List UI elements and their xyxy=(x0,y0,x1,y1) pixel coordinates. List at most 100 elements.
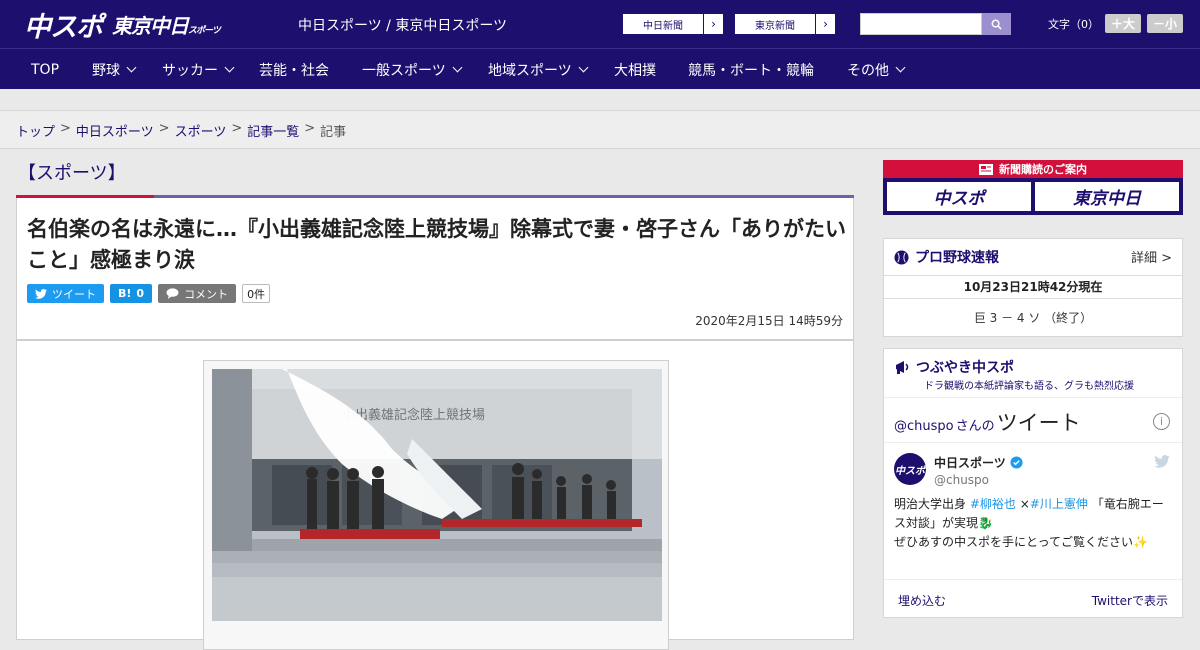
hashtag-link[interactable]: #川上憲伸 xyxy=(1030,497,1088,511)
promo-header: 新聞購読のご案内 xyxy=(883,160,1183,178)
baseball-icon xyxy=(894,249,909,265)
breadcrumb-top[interactable]: トップ xyxy=(16,121,55,140)
nav-item-top[interactable]: TOP xyxy=(31,49,59,90)
subscription-promo[interactable]: 新聞購読のご案内 中スポ 東京中日 xyxy=(883,160,1183,215)
font-size-increase-button[interactable]: ＋大 xyxy=(1105,14,1142,33)
megaphone-icon xyxy=(896,361,909,374)
breadcrumb-separator: > xyxy=(158,121,170,136)
tweet-text: 明治大学出身 #柳裕也 ×#川上憲伸 「竜右腕エース対談」が実現🐉 ぜひあすの中… xyxy=(894,495,1174,552)
tokyo-shimbun-button[interactable]: 東京新聞 › xyxy=(734,13,836,35)
article-photo[interactable]: 小出義雄記念陸上競技場 xyxy=(212,369,662,621)
avatar[interactable]: 中スポ xyxy=(894,453,926,485)
newspaper-icon xyxy=(979,163,993,175)
breadcrumb-sports[interactable]: スポーツ xyxy=(175,121,227,140)
search-input[interactable] xyxy=(860,13,982,35)
comment-button[interactable]: コメント xyxy=(158,284,237,303)
hatena-bookmark-button[interactable]: B! 0 xyxy=(110,284,153,303)
nav-label: サッカー xyxy=(162,62,218,79)
nav-label: 地域スポーツ xyxy=(488,62,572,79)
nav-item-racing[interactable]: 競馬・ボート・競輪 xyxy=(688,49,814,90)
breadcrumb-separator: > xyxy=(231,121,243,136)
tweet-text-part: 明治大学出身 xyxy=(894,497,967,511)
main-nav: TOP 野球 サッカー 芸能・社会 一般スポーツ 地域スポーツ 大相撲 競馬・ボ… xyxy=(0,48,1200,89)
sub-nav-band xyxy=(0,89,1200,111)
nav-label: 競馬・ボート・競輪 xyxy=(688,62,814,79)
twitter-bird-icon xyxy=(35,288,47,299)
chuspo-logo[interactable]: 中スポ xyxy=(24,5,103,44)
chevron-down-icon xyxy=(224,62,235,73)
baseball-score[interactable]: 巨 3 － 4 ソ （終了） xyxy=(884,309,1182,326)
promo-logos: 中スポ 東京中日 xyxy=(887,182,1179,211)
article-body: 小出義雄記念陸上競技場 xyxy=(16,340,854,650)
comment-label: コメント xyxy=(184,287,229,301)
nav-item-sumo[interactable]: 大相撲 xyxy=(614,49,656,90)
tweet-button[interactable]: ツイート xyxy=(27,284,104,303)
section-label: 【スポーツ】 xyxy=(18,163,126,184)
breadcrumb-chunichi-sports[interactable]: 中日スポーツ xyxy=(76,121,154,140)
tokyo-shimbun-label: 東京新聞 xyxy=(755,20,795,32)
promo-chuspo-logo[interactable]: 中スポ xyxy=(887,182,1031,211)
share-bar: ツイート B! 0 コメント 0件 xyxy=(27,284,271,303)
tweets-by-handle[interactable]: @chuspo xyxy=(894,419,954,434)
font-size-control: 文字（0） ＋大 －小 xyxy=(1048,14,1184,33)
nav-item-soccer[interactable]: サッカー xyxy=(162,49,235,90)
twitter-widget-subtitle: ドラ観戦の本紙評論家も語る、グラも熱烈応援 xyxy=(924,381,1134,392)
promo-title: 新聞購読のご案内 xyxy=(999,163,1087,176)
breadcrumb-separator: > xyxy=(304,121,316,136)
tweet-account-name[interactable]: 中日スポーツ xyxy=(934,454,1023,471)
tokyo-logo-main: 東京中日 xyxy=(112,13,189,38)
tweets-by-heading: @chuspo さんの ツイート xyxy=(894,407,1081,437)
nav-label: 野球 xyxy=(92,62,120,79)
promo-tokyo-chunichi-logo[interactable]: 東京中日 xyxy=(1035,182,1179,211)
twitter-widget-footer: 埋め込む Twitterで表示 xyxy=(884,579,1182,619)
info-icon[interactable]: i xyxy=(1153,413,1170,430)
search-button[interactable] xyxy=(982,13,1011,35)
nav-label: 一般スポーツ xyxy=(362,62,446,79)
chevron-down-icon xyxy=(578,62,589,73)
hashtag-link[interactable]: #柳裕也 xyxy=(970,497,1016,511)
ceremony-photo-illustration: 小出義雄記念陸上競技場 xyxy=(212,369,662,621)
article-photo-frame: 小出義雄記念陸上競技場 xyxy=(203,360,669,650)
hatena-count: 0 xyxy=(136,287,145,300)
verified-badge-icon xyxy=(1010,456,1023,469)
breadcrumb: トップ > 中日スポーツ > スポーツ > 記事一覧 > 記事 xyxy=(16,121,346,140)
tweets-by-label: ツイート xyxy=(996,411,1081,435)
baseball-detail-link[interactable]: 詳細 > xyxy=(1131,247,1172,266)
baseball-widget-header: プロ野球速報 xyxy=(894,247,999,267)
nav-label: その他 xyxy=(847,62,889,79)
article-header: 名伯楽の名は永遠に…『小出義雄記念陸上競技場』除幕式で妻・啓子さん「ありがたいこ… xyxy=(16,198,854,340)
embed-link[interactable]: 埋め込む xyxy=(898,592,946,609)
chevron-down-icon xyxy=(126,62,137,73)
twitter-bird-icon[interactable] xyxy=(1154,453,1170,472)
breadcrumb-article-list[interactable]: 記事一覧 xyxy=(247,121,299,140)
site-names[interactable]: 中日スポーツ / 東京中日スポーツ xyxy=(298,15,507,35)
nav-item-general-sports[interactable]: 一般スポーツ xyxy=(362,49,463,90)
article-date: 2020年2月15日 14時59分 xyxy=(695,314,843,328)
twitter-widget-header: つぶやき中スポ xyxy=(894,357,1014,377)
tokyo-chunichi-logo[interactable]: 東京中日スポーツ xyxy=(112,10,221,39)
chunichi-shimbun-button[interactable]: 中日新聞 › xyxy=(622,13,724,35)
hatena-icon: B! xyxy=(118,287,132,300)
font-size-decrease-button[interactable]: －小 xyxy=(1147,14,1184,33)
divider xyxy=(884,397,1182,398)
divider xyxy=(884,442,1182,443)
tweet-text-part: × xyxy=(1019,497,1030,511)
tweet-account-handle[interactable]: @chuspo xyxy=(934,473,989,487)
site-logo[interactable]: 中スポ 東京中日スポーツ xyxy=(24,8,221,43)
nav-item-entertainment[interactable]: 芸能・社会 xyxy=(259,49,329,90)
breadcrumb-separator: > xyxy=(60,121,71,136)
view-on-twitter-link[interactable]: Twitterで表示 xyxy=(1092,592,1168,609)
account-name: 中日スポーツ xyxy=(934,456,1006,470)
nav-item-baseball[interactable]: 野球 xyxy=(92,49,137,90)
nav-label: 芸能・社会 xyxy=(259,62,329,79)
nav-item-other[interactable]: その他 xyxy=(847,49,906,90)
breadcrumb-bar: トップ > 中日スポーツ > スポーツ > 記事一覧 > 記事 xyxy=(0,111,1200,149)
chevron-right-icon: › xyxy=(703,14,723,34)
tokyo-logo-small: スポーツ xyxy=(188,25,221,36)
twitter-widget: つぶやき中スポ ドラ観戦の本紙評論家も語る、グラも熱烈応援 @chuspo さん… xyxy=(883,348,1183,618)
comment-bubble-icon xyxy=(166,288,179,299)
baseball-scores-widget: プロ野球速報 詳細 > 10月23日21時42分現在 巨 3 － 4 ソ （終了… xyxy=(883,238,1183,337)
nav-item-regional-sports[interactable]: 地域スポーツ xyxy=(488,49,589,90)
chevron-down-icon xyxy=(452,62,463,73)
tweets-by-san: さんの xyxy=(955,419,995,434)
